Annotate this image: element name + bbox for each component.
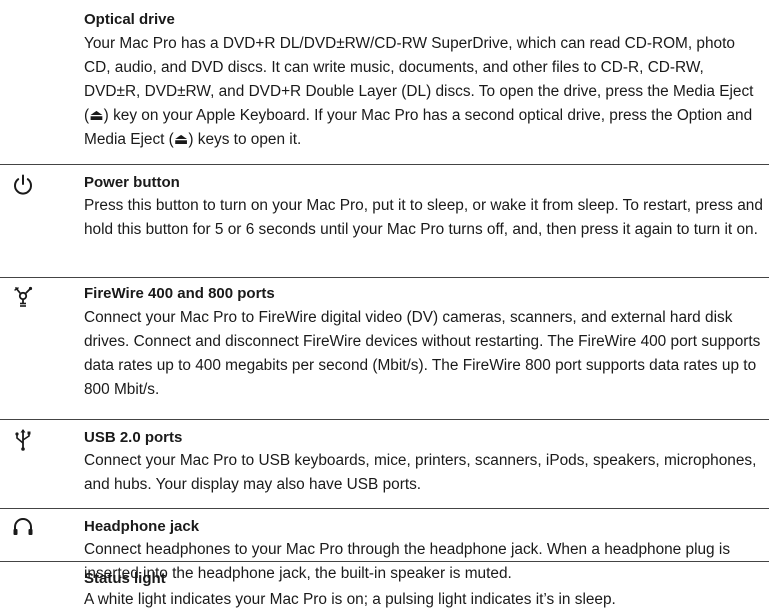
section-title: Status light [84,570,166,587]
headphone-icon [10,515,36,541]
section-title: USB 2.0 ports [84,429,183,446]
section-headphone-jack: Headphone jack Connect headphones to you… [0,508,769,582]
section-divider [0,419,769,420]
section-title: Headphone jack [84,518,200,535]
section-divider [0,277,769,278]
section-title: FireWire 400 and 800 ports [84,285,275,302]
section-firewire-ports: FireWire 400 and 800 ports Connect your … [0,277,769,419]
section-body: Connect your Mac Pro to USB keyboards, m… [84,452,757,493]
section-body: Connect your Mac Pro to FireWire digital… [84,309,761,398]
usb-icon [10,427,36,453]
section-status-light: Status light A white light indicates you… [0,561,769,612]
firewire-icon [10,284,36,310]
section-optical-drive: Optical drive Your Mac Pro has a DVD+R D… [0,0,769,164]
section-divider [0,508,769,509]
section-title: Optical drive [84,11,175,28]
section-title: Power button [84,174,180,191]
power-icon [10,172,36,198]
section-body: Your Mac Pro has a DVD+R DL/DVD±RW/CD-RW… [84,35,754,148]
section-power-button: Power button Press this button to turn o… [0,164,769,277]
section-body: A white light indicates your Mac Pro is … [84,591,616,608]
section-divider [0,561,769,562]
section-usb-ports: USB 2.0 ports Connect your Mac Pro to US… [0,419,769,508]
section-body: Press this button to turn on your Mac Pr… [84,197,763,238]
section-divider [0,164,769,165]
